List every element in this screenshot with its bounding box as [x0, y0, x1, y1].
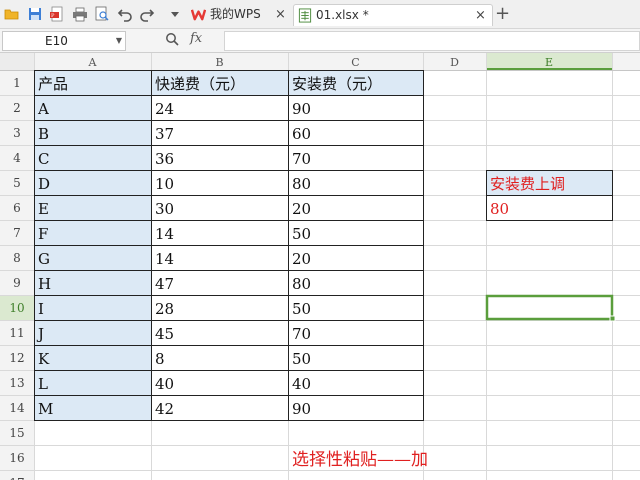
table-cell[interactable]: 40	[292, 375, 311, 393]
formula-bar: E10 ▼ fx	[0, 29, 640, 53]
tab-label: 我的WPS	[210, 7, 261, 21]
table-cell[interactable]: H	[38, 275, 51, 293]
table-cell[interactable]: K	[38, 350, 50, 368]
undo-icon[interactable]	[117, 6, 133, 22]
table-cell[interactable]: 50	[292, 225, 311, 243]
column-header-c[interactable]: C	[351, 56, 359, 69]
save-icon[interactable]	[27, 6, 43, 22]
table-cell[interactable]: 40	[155, 375, 174, 393]
row-header-16[interactable]: 16	[9, 451, 24, 465]
table-cell[interactable]: 47	[155, 275, 174, 293]
wps-logo-icon	[191, 9, 206, 21]
print-preview-icon[interactable]	[94, 6, 110, 22]
row-header-9[interactable]: 9	[13, 276, 21, 290]
fx-function-icon[interactable]: fx	[190, 31, 202, 46]
table-cell[interactable]: 80	[292, 275, 311, 293]
table-cell[interactable]: 70	[292, 325, 311, 343]
new-tab-button[interactable]: +	[495, 3, 510, 25]
table-cell[interactable]: M	[38, 400, 53, 418]
close-icon[interactable]: ×	[275, 4, 286, 25]
column-header-d[interactable]: D	[450, 56, 459, 69]
table-cell[interactable]: 80	[292, 175, 311, 193]
row-header-3[interactable]: 3	[13, 126, 21, 140]
table-cell[interactable]: 60	[292, 125, 311, 143]
row-header-7[interactable]: 7	[13, 226, 21, 240]
row-header-5[interactable]: 5	[13, 176, 21, 190]
table-cell[interactable]: F	[38, 225, 48, 243]
select-all-corner[interactable]	[0, 53, 34, 70]
table-cell[interactable]: L	[38, 375, 48, 393]
table-cell[interactable]: 20	[292, 200, 311, 218]
redo-icon[interactable]	[139, 6, 155, 22]
table-cell[interactable]: C	[38, 150, 49, 168]
table-cell[interactable]: 90	[292, 400, 311, 418]
table-cell[interactable]: J	[36, 325, 44, 343]
column-header-b[interactable]: B	[215, 56, 223, 69]
tab-01-xlsx[interactable]: 01.xlsx * ×	[293, 4, 493, 26]
name-box[interactable]: E10 ▼	[2, 31, 126, 51]
row-header-12[interactable]: 12	[9, 351, 24, 365]
more-dropdown-icon[interactable]	[167, 6, 183, 22]
table-cell[interactable]: 8	[155, 350, 165, 368]
table-cell[interactable]: 50	[292, 350, 311, 368]
row-header-8[interactable]: 8	[13, 251, 21, 265]
table-header-cell[interactable]: 产品	[38, 75, 68, 93]
chevron-down-icon[interactable]: ▼	[116, 32, 122, 50]
search-icon[interactable]	[165, 32, 179, 46]
table-cell[interactable]: 20	[292, 250, 311, 268]
table-cell[interactable]: D	[38, 175, 50, 193]
row-header-15[interactable]: 15	[9, 426, 24, 440]
table-cell[interactable]: I	[38, 300, 44, 318]
cell-reference: E10	[45, 34, 68, 48]
table-cell[interactable]: 28	[155, 300, 174, 318]
row-header-4[interactable]: 4	[13, 151, 21, 165]
column-header-e[interactable]: E	[545, 56, 553, 69]
row-header-2[interactable]: 2	[13, 101, 21, 115]
table-cell[interactable]: 45	[155, 325, 174, 343]
fill-handle[interactable]	[609, 315, 616, 322]
tab-my-wps[interactable]: 我的WPS ×	[188, 4, 293, 25]
row-header-1[interactable]: 1	[13, 76, 21, 90]
spreadsheet-file-icon	[298, 8, 312, 23]
table-cell[interactable]: 42	[155, 400, 174, 418]
table-cell[interactable]: 50	[292, 300, 311, 318]
row-header-17[interactable]: 17	[9, 476, 24, 480]
row-header-11[interactable]: 11	[9, 326, 24, 340]
folder-open-icon[interactable]	[4, 6, 20, 22]
row-header-6[interactable]: 6	[13, 201, 21, 215]
table-cell[interactable]: A	[37, 100, 49, 118]
table-cell[interactable]: 14	[155, 225, 174, 243]
side-box-label[interactable]: 安装费上调	[490, 175, 565, 193]
table-cell[interactable]: 10	[155, 175, 174, 193]
table-cell[interactable]: 36	[155, 150, 174, 168]
row-header-13[interactable]: 13	[9, 376, 24, 390]
table-cell[interactable]: 70	[292, 150, 311, 168]
table-header-cell[interactable]: 快递费（元）	[155, 75, 245, 93]
table-cell[interactable]: B	[38, 125, 49, 143]
table-cell[interactable]: 30	[155, 200, 174, 218]
row-header-10[interactable]: 10	[9, 301, 24, 315]
table-cell[interactable]: 90	[292, 100, 311, 118]
side-box-value[interactable]: 80	[490, 200, 509, 218]
table-header-cell[interactable]: 安装费（元）	[292, 75, 382, 93]
row-header-14[interactable]: 14	[9, 401, 25, 415]
annotation-text: 选择性粘贴——加	[292, 450, 428, 470]
table-cell[interactable]: 14	[155, 250, 174, 268]
selected-cell[interactable]	[485, 294, 614, 321]
column-header-a[interactable]: A	[88, 56, 98, 69]
table-cell[interactable]: G	[38, 250, 50, 268]
title-tab-bar: P 我的WPS × 01.xlsx * × +	[0, 0, 640, 29]
table-cell[interactable]: 37	[155, 125, 174, 143]
tab-label: 01.xlsx *	[316, 8, 369, 22]
close-icon[interactable]: ×	[475, 5, 486, 26]
formula-input[interactable]	[224, 31, 640, 51]
table-cell[interactable]: 24	[155, 100, 174, 118]
spreadsheet-grid[interactable]: ABCDE1234567891011121314151617 产品快递费（元）安…	[0, 53, 640, 480]
table-cell[interactable]: E	[38, 200, 49, 218]
print-icon[interactable]	[72, 6, 88, 22]
export-pdf-icon[interactable]: P	[49, 6, 65, 22]
